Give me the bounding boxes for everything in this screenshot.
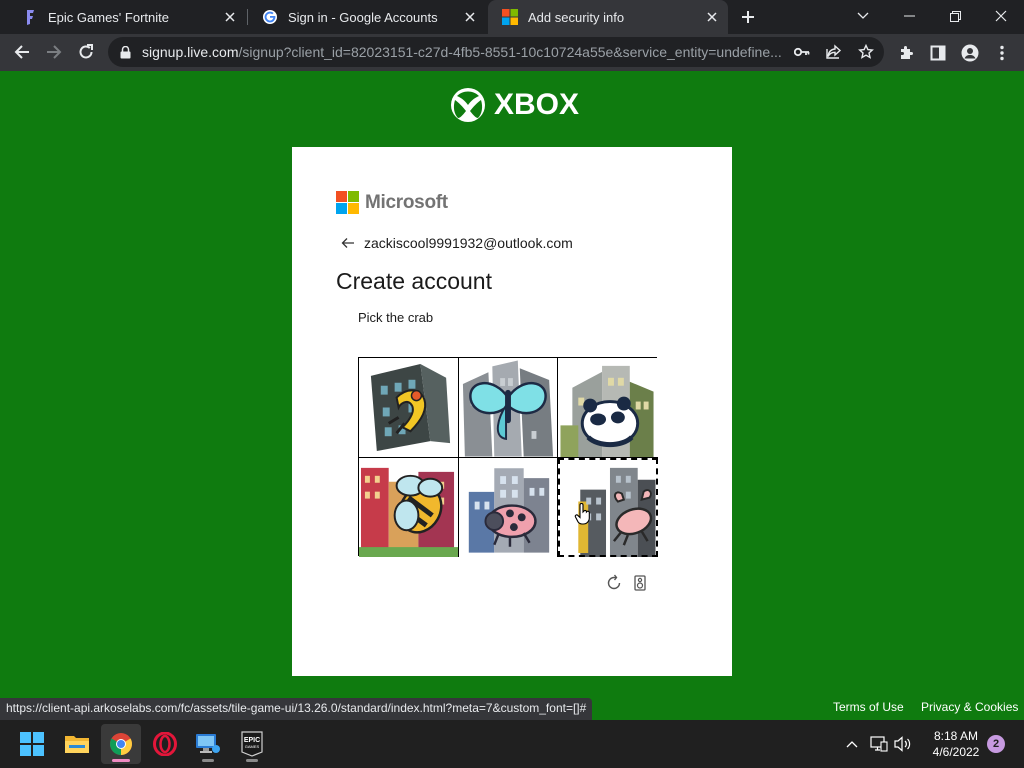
captcha-tile-grid [358,357,658,557]
back-arrow-icon[interactable] [340,235,356,251]
tab-title: Epic Games' Fortnite [48,9,169,25]
captcha-audio-icon[interactable] [630,573,650,593]
bee-icon [359,458,458,557]
captcha-tile-bee[interactable] [359,458,459,557]
chrome-icon [110,733,132,755]
microsoft-wordmark: Microsoft [365,191,448,213]
epic-games-button[interactable]: EPIC GAMES [232,724,272,764]
tab-strip: Epic Games' Fortnite Sign in - Google Ac… [0,0,1024,34]
close-icon[interactable] [222,9,238,25]
tab-title: Add security info [528,9,625,25]
ladybug-icon [459,458,557,557]
chevron-down-icon [857,12,869,19]
privacy-cookies-link[interactable]: Privacy & Cookies [921,700,1018,714]
forward-button[interactable] [40,38,68,66]
chevron-up-icon[interactable] [842,734,862,754]
captcha-tile-crab[interactable] [558,458,658,557]
tab-fortnite[interactable]: Epic Games' Fortnite [8,0,246,34]
identity-banner: zackiscool9991932@outlook.com [340,235,573,251]
close-window-button[interactable] [978,0,1024,32]
running-app-indicator [202,759,214,762]
windows-start-button[interactable] [12,724,52,764]
volume-icon[interactable] [893,734,913,754]
xbox-wordmark: XBOX [494,88,580,121]
restore-button[interactable] [932,0,978,32]
remote-desktop-button[interactable] [188,724,228,764]
microsoft-icon [502,9,518,25]
dragon-icon [359,358,458,457]
status-bar-url: https://client-api.arkoselabs.com/fc/ass… [0,698,593,720]
windows-start-icon [20,732,44,756]
account-identity: zackiscool9991932@outlook.com [364,235,573,251]
fortnite-icon [22,9,38,25]
browser-toolbar: signup.live.com/signup?client_id=8202315… [0,34,1024,71]
captcha-reload-icon[interactable] [604,573,624,593]
xbox-logo: XBOX [450,87,579,123]
tab-google-sign-in[interactable]: Sign in - Google Accounts [248,0,486,34]
close-icon[interactable] [704,9,720,25]
terms-of-use-link[interactable]: Terms of Use [833,700,904,714]
address-bar[interactable]: signup.live.com/signup?client_id=8202315… [108,37,884,67]
side-panel-icon[interactable] [927,42,949,64]
captcha-tile-panda[interactable] [558,358,658,458]
captcha-tile-dragon[interactable] [359,358,459,458]
plus-icon [742,11,754,23]
close-icon[interactable] [462,9,478,25]
microsoft-logo: Microsoft [336,191,448,214]
windows-taskbar: EPIC GAMES 8:18 AM 4/6/2022 2 [0,720,1024,768]
restore-icon [949,10,961,22]
back-button[interactable] [8,38,36,66]
svg-text:GAMES: GAMES [245,744,260,749]
minimize-button[interactable] [886,0,932,32]
lock-icon[interactable] [120,45,134,59]
active-app-indicator [112,759,130,762]
tab-search-button[interactable] [840,0,886,32]
clock-time: 8:18 AM [933,729,979,743]
key-icon[interactable] [792,42,812,62]
file-explorer-button[interactable] [57,724,97,764]
reload-button[interactable] [72,38,100,66]
back-arrow-icon [14,45,29,59]
bookmark-star-icon[interactable] [856,42,876,62]
system-clock[interactable]: 8:18 AM 4/6/2022 [924,728,988,760]
minimize-icon [903,15,915,17]
share-icon[interactable] [824,42,844,62]
close-icon [995,10,1007,22]
notification-badge[interactable]: 2 [987,735,1005,753]
svg-text:EPIC: EPIC [244,737,260,744]
signup-card: Microsoft zackiscool9991932@outlook.com … [292,147,732,676]
captcha-tile-butterfly[interactable] [459,358,558,458]
reload-icon [79,44,93,59]
page-title: Create account [336,268,492,294]
running-app-indicator [246,759,258,762]
opera-icon [153,732,177,756]
new-tab-button[interactable] [736,5,760,29]
captcha-tile-ladybug[interactable] [459,458,558,557]
remote-desktop-icon [196,734,220,753]
captcha-prompt: Pick the crab [358,310,434,325]
profile-icon[interactable] [959,42,981,64]
crab-icon [558,458,658,557]
opera-button[interactable] [145,724,185,764]
panda-icon [558,358,658,457]
google-icon [262,9,278,25]
file-explorer-icon [65,736,89,753]
clock-date: 4/6/2022 [932,745,980,759]
tab-add-security-info[interactable]: Add security info [488,0,728,34]
forward-arrow-icon [47,45,62,59]
microsoft-squares-icon [336,191,359,214]
url-text[interactable]: signup.live.com/signup?client_id=8202315… [142,44,782,60]
xbox-sphere-icon [451,88,485,122]
network-icon[interactable] [869,734,889,754]
butterfly-icon [459,358,557,457]
epic-games-icon: EPIC GAMES [241,731,263,757]
extensions-icon[interactable] [895,42,917,64]
chrome-button[interactable] [101,724,141,764]
tab-title: Sign in - Google Accounts [288,9,438,25]
hand-cursor-icon [574,503,590,525]
menu-icon[interactable] [991,42,1013,64]
